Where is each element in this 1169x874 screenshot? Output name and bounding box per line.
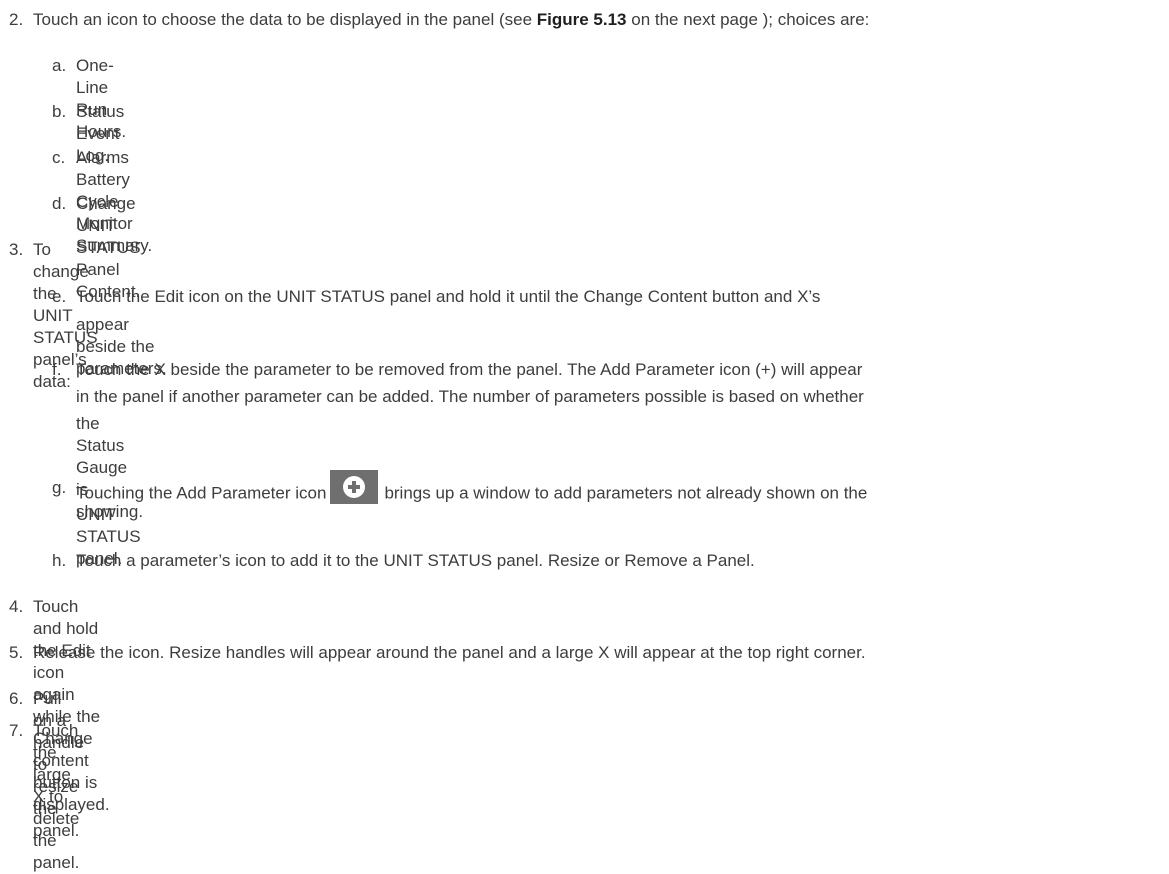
substep-text-line2: in the panel if another parameter can be… — [76, 387, 864, 406]
step-text: Touch an icon to choose the data to be d… — [33, 9, 869, 31]
substep-letter: e. — [52, 287, 67, 306]
substep-text-pre: Touching the Add Parameter icon — [76, 483, 327, 503]
figure-reference[interactable]: Figure 5.13 — [537, 10, 627, 29]
substep-letter: h. — [52, 551, 67, 570]
step-number: 6. — [9, 689, 24, 708]
substep-letter: g. — [52, 478, 67, 497]
step-text-pre: Touch an icon to choose the data to be d… — [33, 10, 537, 29]
step-number: 2. — [9, 10, 24, 29]
substep-letter: b. — [52, 102, 67, 121]
step-text: Touch the large X to delete the panel. — [33, 721, 80, 872]
plus-circle-icon — [330, 470, 379, 504]
step-text: Release the icon. Resize handles will ap… — [33, 643, 866, 662]
step-number: 7. — [9, 721, 24, 740]
substep-text-line1: Touch the X beside the parameter to be r… — [76, 360, 863, 379]
step-text-post: on the next page ); choices are: — [626, 10, 870, 29]
substep-letter: f. — [52, 360, 62, 379]
substep-text-line1: Touching the Add Parameter icon brings up… — [76, 470, 868, 511]
substep-letter: a. — [52, 56, 67, 75]
step-number: 3. — [9, 240, 24, 259]
step-number: 5. — [9, 643, 24, 662]
substep-text-post: brings up a window to add parameters not… — [384, 483, 868, 503]
substep-text: Touch a parameter’s icon to add it to th… — [76, 551, 755, 570]
substep-text-line1: Touch the Edit icon on the UNIT STATUS p… — [76, 287, 821, 306]
document-page: 2. Touch an icon to choose the data to b… — [0, 0, 1169, 872]
substep-letter: d. — [52, 194, 67, 213]
step-number: 4. — [9, 597, 24, 616]
substep-letter: c. — [52, 148, 66, 167]
